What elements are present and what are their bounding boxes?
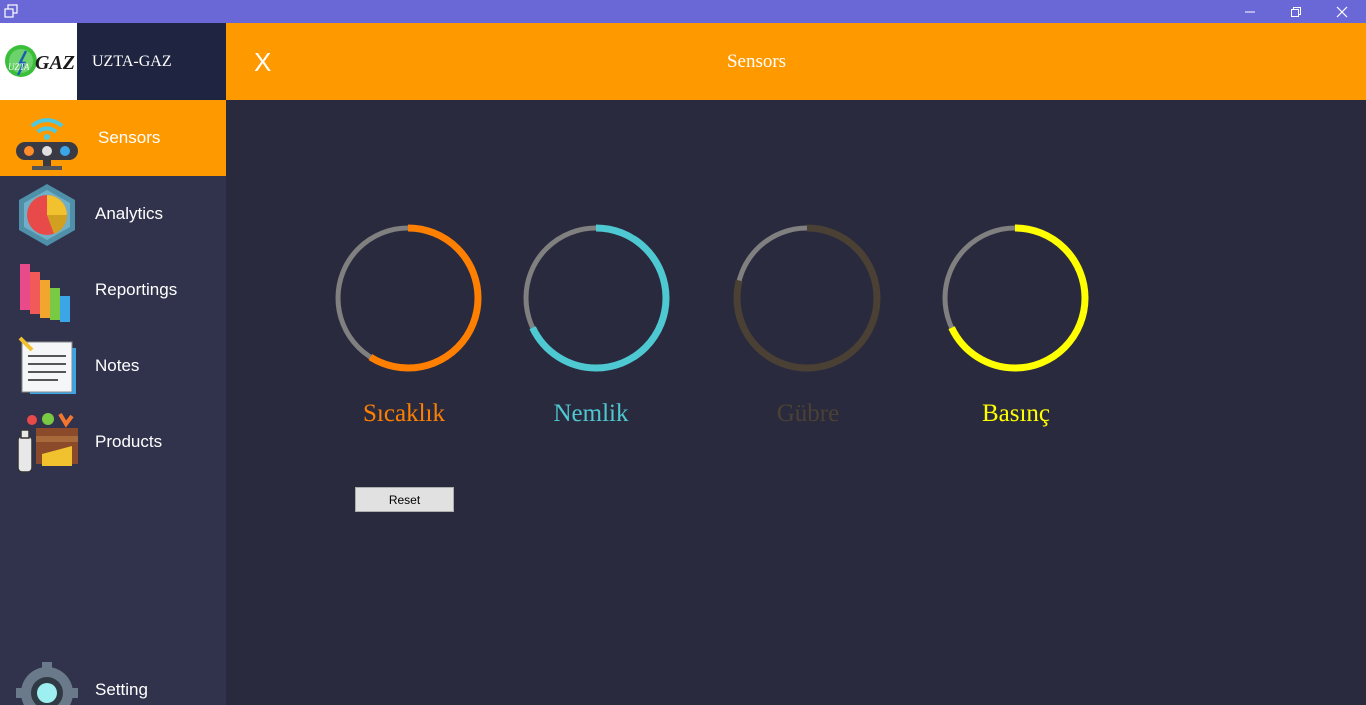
sensors-panel: Sıcaklık Nemlik Gübre Basınç Reset xyxy=(226,100,1366,705)
app-logo: UZTA GAZ xyxy=(0,23,77,100)
page-header: X Sensors xyxy=(226,23,1366,100)
reset-button[interactable]: Reset xyxy=(355,487,454,512)
pressure-gauge xyxy=(941,224,1089,372)
sidebar-item-label: Reportings xyxy=(95,280,178,299)
page-title: Sensors xyxy=(726,51,787,72)
svg-text:GAZ: GAZ xyxy=(35,52,75,74)
sidebar: Sensors Analytics Reportings Notes Produ… xyxy=(0,100,226,705)
temperature-label: Sıcaklık xyxy=(363,400,445,427)
sidebar-item-label: Notes xyxy=(95,356,140,375)
brand-name: UZTA-GAZ xyxy=(77,23,226,100)
restore-icon xyxy=(1291,6,1301,17)
sidebar-item-label: Setting xyxy=(95,680,148,699)
temperature-gauge xyxy=(334,224,482,372)
sidebar-item-setting[interactable]: Setting xyxy=(0,652,226,705)
sensor-device-icon xyxy=(16,118,78,170)
sidebar-item-label: Products xyxy=(95,432,163,451)
notepad-icon xyxy=(18,336,76,394)
sidebar-item-label: Sensors xyxy=(98,128,161,147)
sidebar-item-reportings[interactable]: Reportings xyxy=(0,252,226,328)
sidebar-item-notes[interactable]: Notes xyxy=(0,328,226,404)
close-window-button[interactable] xyxy=(1319,0,1365,23)
sidebar-item-sensors[interactable]: Sensors xyxy=(0,100,226,176)
title-bar xyxy=(0,0,1366,23)
humidity-label: Nemlik xyxy=(553,400,629,427)
produce-crate-icon xyxy=(17,412,78,473)
fertilizer-label: Gübre xyxy=(776,400,840,427)
app-window-icon xyxy=(4,4,18,18)
humidity-gauge xyxy=(522,224,670,372)
sidebar-item-analytics[interactable]: Analytics xyxy=(0,176,226,252)
sidebar-item-products[interactable]: Products xyxy=(0,404,226,480)
minimize-button[interactable] xyxy=(1227,0,1273,23)
svg-text:UZTA: UZTA xyxy=(8,62,30,72)
gear-icon xyxy=(16,662,78,705)
pressure-label: Basınç xyxy=(981,400,1051,427)
bar-chart-icon xyxy=(20,264,70,322)
pie-chart-icon xyxy=(19,184,75,246)
fertilizer-gauge xyxy=(733,224,881,372)
restore-button[interactable] xyxy=(1273,0,1319,23)
minimize-icon xyxy=(1245,11,1255,12)
sidebar-item-label: Analytics xyxy=(95,204,164,223)
close-icon xyxy=(1336,6,1348,17)
